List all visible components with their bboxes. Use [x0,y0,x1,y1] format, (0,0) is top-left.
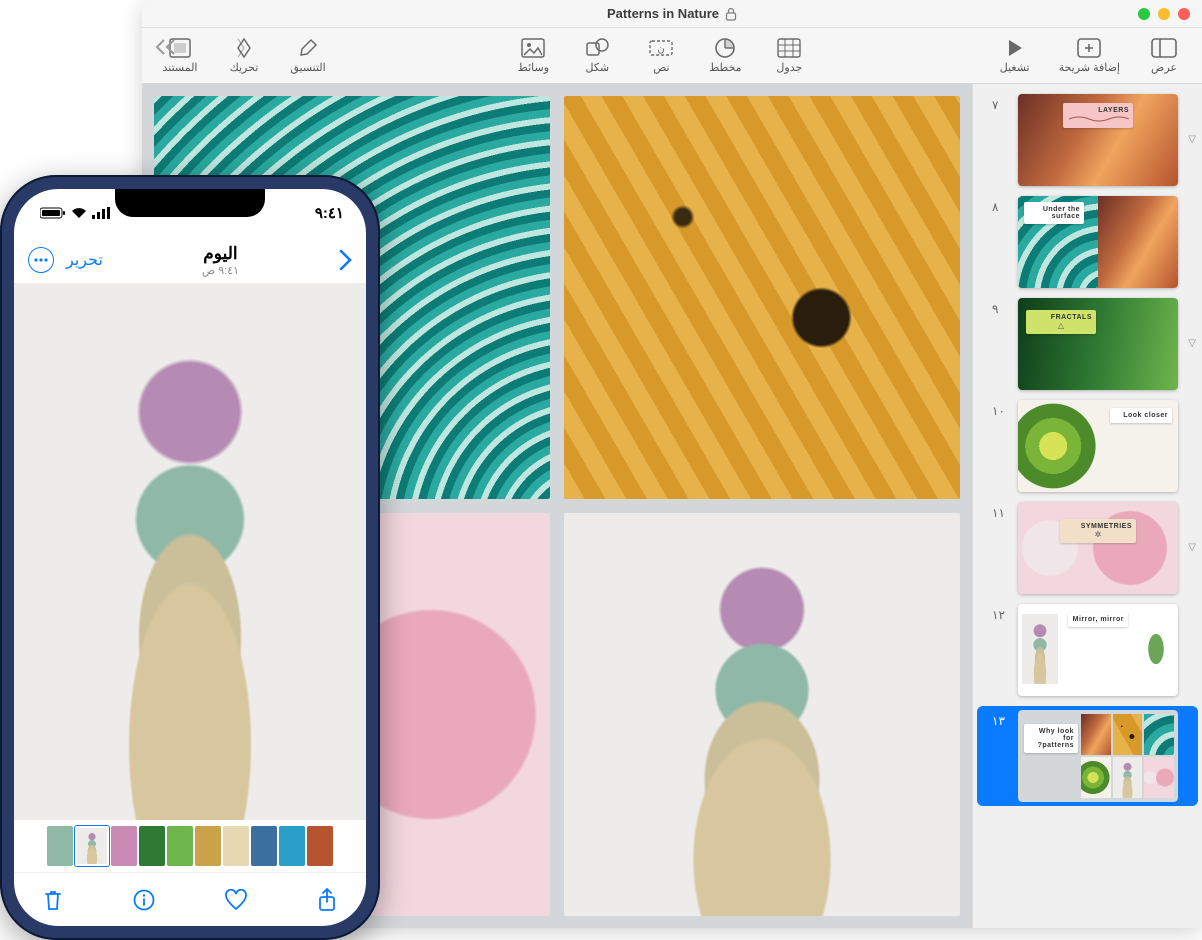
more-button[interactable] [28,247,54,273]
slide-thumb-10[interactable]: Look closer ١٠ [979,400,1196,492]
filmstrip-thumb[interactable] [111,826,137,866]
photo-filmstrip[interactable] [14,820,366,872]
filmstrip-thumb-current[interactable] [75,826,109,866]
photo-viewer[interactable] [14,283,366,820]
slide-thumbnail[interactable]: SYMMETRIES ✲ [1018,502,1178,594]
favorite-button[interactable] [223,887,249,913]
slide-thumbnail[interactable]: Look closer [1018,400,1178,492]
battery-icon [40,207,66,219]
view-button[interactable]: عرض [1144,37,1184,74]
status-time: ٩:٤١ [315,204,344,222]
shapes-icon [584,37,610,59]
document-title: Patterns in Nature [607,6,737,21]
ellipsis-icon [34,258,48,262]
image-icon [520,37,546,59]
window-controls [1138,8,1190,20]
filmstrip-thumb[interactable] [279,826,305,866]
table-button[interactable]: جدول [769,37,809,74]
minimize-window-button[interactable] [1158,8,1170,20]
sidebar-icon [1151,37,1177,59]
slide-thumbnail[interactable]: Under the surface [1018,196,1178,288]
slide-thumbnail[interactable]: FRACTALS △ [1018,298,1178,390]
back-button[interactable] [338,249,352,271]
keynote-toolbar: عرض إضافة شريحة تشغيل جدول مخطط ن نص شكل [142,28,1202,84]
paintbrush-icon [295,37,321,59]
nav-title: اليوم [202,244,239,264]
filmstrip-thumb[interactable] [139,826,165,866]
iphone-notch [115,189,265,217]
filmstrip-thumb[interactable] [223,826,249,866]
plus-rect-icon [1076,37,1102,59]
iphone-device: ٩:٤١ اليوم ٩:٤١ ص تحرير [0,175,380,940]
slide-image-urchins[interactable] [564,513,960,916]
shape-button[interactable]: شكل [577,37,617,74]
close-window-button[interactable] [1178,8,1190,20]
heart-icon [224,889,248,911]
play-icon [1002,37,1028,59]
pie-chart-icon [712,37,738,59]
slide-thumbnail[interactable]: Mirror, mirror [1018,604,1178,696]
text-button[interactable]: ن نص [641,37,681,74]
slide-image-honeycomb[interactable] [564,96,960,499]
filmstrip-thumb[interactable] [47,826,73,866]
slide-thumb-9[interactable]: ▽ FRACTALS △ ٩ [979,298,1196,390]
svg-text:ن: ن [658,44,665,55]
disclosure-triangle-icon[interactable]: ▽ [1184,298,1196,349]
chart-button[interactable]: مخطط [705,37,745,74]
window-titlebar: Patterns in Nature [142,0,1202,28]
slide-thumbnail[interactable]: LAYERS [1018,94,1178,186]
filmstrip-thumb[interactable] [195,826,221,866]
zoom-window-button[interactable] [1138,8,1150,20]
slide-thumb-11[interactable]: ▽ SYMMETRIES ✲ ١١ [979,502,1196,594]
info-button[interactable] [131,887,157,913]
slide-thumb-12[interactable]: Mirror, mirror ١٢ [979,604,1196,696]
media-button[interactable]: وسائط [513,37,553,74]
status-icons [40,207,110,219]
filmstrip-thumb[interactable] [167,826,193,866]
info-icon [133,889,155,911]
share-icon [317,888,337,912]
disclosure-triangle-icon[interactable]: ▽ [1184,502,1196,553]
trash-button[interactable] [40,887,66,913]
filmstrip-thumb[interactable] [307,826,333,866]
slide-thumbnail-selected[interactable]: Why look for patterns? [1018,710,1178,802]
disclosure-triangle-icon[interactable]: ▽ [1184,94,1196,145]
nav-title-group: اليوم ٩:٤١ ص [202,244,239,277]
edit-button[interactable]: تحرير [66,250,103,270]
share-button[interactable] [314,887,340,913]
slide-navigator[interactable]: ▽ LAYERS ٧ Under the surface ٨ [972,84,1202,928]
locked-icon [725,7,737,21]
nav-subtitle: ٩:٤١ ص [202,264,239,277]
filmstrip-thumb[interactable] [251,826,277,866]
collapse-toolbar-button[interactable] [152,36,178,58]
slide-thumb-8[interactable]: Under the surface ٨ [979,196,1196,288]
animate-button[interactable]: تحريك [224,37,264,74]
format-button[interactable]: التنسيق [288,37,328,74]
trash-icon [43,888,63,912]
text-box-icon: ن [648,37,674,59]
table-icon [776,37,802,59]
photos-navbar: اليوم ٩:٤١ ص تحرير [14,237,366,283]
document-title-text: Patterns in Nature [607,6,719,21]
add-slide-button[interactable]: إضافة شريحة [1059,37,1120,74]
play-button[interactable]: تشغيل [995,37,1035,74]
animate-icon [231,37,257,59]
iphone-screen: ٩:٤١ اليوم ٩:٤١ ص تحرير [14,189,366,926]
wifi-icon [71,207,87,219]
cellular-icon [92,207,110,219]
photos-toolbar [14,872,366,926]
slide-thumb-13[interactable]: Why look for patterns? ١٣ [977,706,1198,806]
slide-thumb-7[interactable]: ▽ LAYERS ٧ [979,94,1196,186]
